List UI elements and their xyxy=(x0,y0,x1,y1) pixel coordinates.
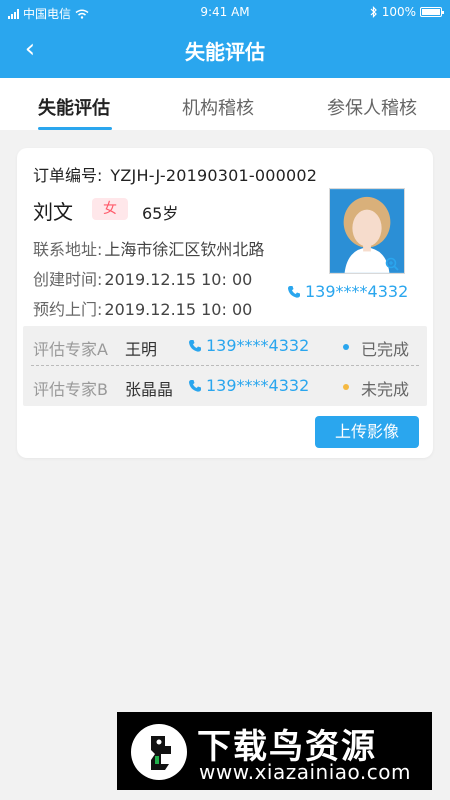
expert-row: 评估专家B 张晶晶 139****4332 未完成 xyxy=(23,366,427,406)
order-card[interactable]: 订单编号: YZJH-J-20190301-000002 刘文 女 65岁 联系地… xyxy=(17,148,433,458)
tab-bar: 失能评估 机构稽核 参保人稽核 xyxy=(0,78,450,130)
address-row: 联系地址: 上海市徐汇区钦州北路 xyxy=(33,236,264,260)
bird-logo-icon xyxy=(131,724,187,780)
nav-bar: ‹ 失能评估 xyxy=(0,24,450,78)
appointment-label: 预约上门: xyxy=(33,300,103,319)
watermark-banner: 下载鸟资源 www.xiazainiao.com xyxy=(117,712,432,790)
expert-name: 王明 xyxy=(125,340,158,359)
order-number-label: 订单编号: xyxy=(33,166,103,185)
created-time-label: 创建时间: xyxy=(33,270,103,289)
status-dot xyxy=(343,384,349,390)
appointment-value: 2019.12.15 10: 00 xyxy=(104,300,253,319)
order-number: 订单编号: YZJH-J-20190301-000002 xyxy=(33,162,317,186)
patient-phone-link[interactable]: 139****4332 xyxy=(287,282,408,301)
order-number-value: YZJH-J-20190301-000002 xyxy=(110,166,318,185)
expert-label: 评估专家B xyxy=(33,380,108,399)
app-header: 中国电信 9:41 AM 100% ‹ 失能评估 xyxy=(0,0,450,78)
appointment-row: 预约上门: 2019.12.15 10: 00 xyxy=(33,296,252,320)
status-dot xyxy=(343,344,349,350)
address-label: 联系地址: xyxy=(33,240,103,259)
expert-status: 已完成 xyxy=(361,340,410,359)
status-bar: 中国电信 9:41 AM 100% xyxy=(0,0,450,24)
zoom-in-icon[interactable] xyxy=(383,257,401,275)
tab-disability-assessment[interactable]: 失能评估 xyxy=(38,94,110,120)
active-tab-indicator xyxy=(38,127,112,130)
patient-name: 刘文 xyxy=(33,200,73,224)
expert-name: 张晶晶 xyxy=(125,380,174,399)
address-value: 上海市徐汇区钦州北路 xyxy=(104,240,265,259)
upload-images-button[interactable]: 上传影像 xyxy=(315,416,419,448)
expert-phone-link[interactable]: 139****4332 xyxy=(188,336,309,355)
battery-icon xyxy=(420,7,444,17)
created-time-row: 创建时间: 2019.12.15 10: 00 xyxy=(33,266,252,290)
expert-phone: 139****4332 xyxy=(206,376,310,395)
patient-phone: 139****4332 xyxy=(305,282,409,301)
created-time-value: 2019.12.15 10: 00 xyxy=(104,270,253,289)
expert-label: 评估专家A xyxy=(33,340,108,359)
patient-age: 65岁 xyxy=(142,204,179,223)
watermark-url: www.xiazainiao.com xyxy=(199,760,411,784)
expert-phone-link[interactable]: 139****4332 xyxy=(188,376,309,395)
bluetooth-icon xyxy=(370,6,377,18)
phone-icon xyxy=(288,285,300,298)
phone-icon xyxy=(189,379,201,392)
page-title: 失能评估 xyxy=(185,40,265,64)
phone-icon xyxy=(189,339,201,352)
battery-percent: 100% xyxy=(381,5,416,19)
experts-panel: 评估专家A 王明 139****4332 已完成 评估专家B 张晶晶 139**… xyxy=(23,326,427,406)
expert-status: 未完成 xyxy=(361,380,410,399)
expert-phone: 139****4332 xyxy=(206,336,310,355)
tab-institution-audit[interactable]: 机构稽核 xyxy=(182,94,254,120)
gender-badge: 女 xyxy=(92,198,128,220)
tab-insured-audit[interactable]: 参保人稽核 xyxy=(327,94,417,120)
expert-row: 评估专家A 王明 139****4332 已完成 xyxy=(23,326,427,366)
